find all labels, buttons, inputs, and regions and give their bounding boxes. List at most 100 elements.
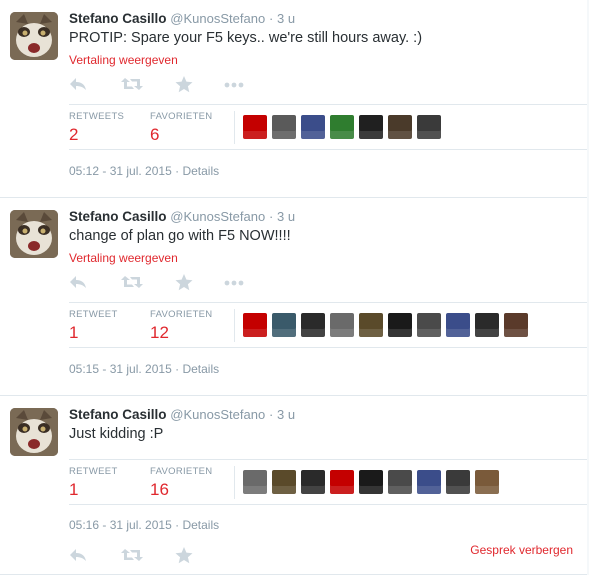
favoriter-avatar[interactable] (301, 470, 325, 494)
favorites-count: 6 (150, 125, 160, 144)
favoriter-avatar[interactable] (446, 313, 470, 337)
avatar[interactable] (10, 210, 58, 258)
tweet-timestamp[interactable]: 05:16 - 31 jul. 2015 (69, 518, 172, 532)
tweet-1[interactable]: Stefano Casillo @KunosStefano · 3 u PROT… (0, 0, 587, 198)
favorites-label: FAVORIETEN (150, 309, 213, 320)
favorites-count: 12 (150, 323, 169, 342)
author-handle[interactable]: @KunosStefano (170, 11, 265, 26)
tweet-meta: 05:16 - 31 jul. 2015 · Details (69, 518, 219, 532)
retweets-count: 1 (69, 480, 79, 499)
tweet-meta: 05:12 - 31 jul. 2015 · Details (69, 164, 219, 178)
tweet-stats: RETWEETS 2 FAVORIETEN 6 (69, 104, 587, 150)
favoriter-avatar[interactable] (272, 470, 296, 494)
favoriter-avatar[interactable] (243, 470, 267, 494)
retweets-count: 2 (69, 125, 79, 144)
tweet-3[interactable]: Stefano Casillo @KunosStefano · 3 u Just… (0, 396, 587, 575)
tweet-actions (69, 274, 269, 292)
more-icon[interactable] (224, 76, 244, 94)
more-icon[interactable] (224, 274, 244, 292)
favorite-icon[interactable] (175, 76, 195, 94)
hide-conversation-link[interactable]: Gesprek verbergen (470, 543, 573, 557)
retweets-count: 1 (69, 323, 79, 342)
tweet-time[interactable]: 3 u (277, 407, 295, 422)
favoriter-avatar[interactable] (475, 470, 499, 494)
favorite-icon[interactable] (175, 547, 195, 565)
translate-link[interactable]: Vertaling weergeven (69, 53, 178, 67)
favoriter-avatar[interactable] (388, 115, 412, 139)
tweet-stats: RETWEET 1 FAVORIETEN 16 (69, 459, 587, 505)
favorites-stat[interactable]: FAVORIETEN 6 (150, 111, 212, 145)
retweets-stat[interactable]: RETWEET 1 (69, 466, 118, 500)
tweet-2[interactable]: Stefano Casillo @KunosStefano · 3 u chan… (0, 198, 587, 396)
favorite-icon[interactable] (175, 274, 195, 292)
retweets-stat[interactable]: RETWEETS 2 (69, 111, 124, 145)
favorites-stat[interactable]: FAVORIETEN 12 (150, 309, 212, 343)
favoriter-avatar[interactable] (301, 313, 325, 337)
tweet-stats: RETWEET 1 FAVORIETEN 12 (69, 302, 587, 348)
tweet-header: Stefano Casillo @KunosStefano · 3 u (69, 209, 295, 224)
tweet-text: change of plan go with F5 NOW!!!! (69, 228, 291, 244)
favoriter-avatars (243, 115, 446, 139)
stats-divider (234, 466, 235, 499)
favoriter-avatar[interactable] (330, 115, 354, 139)
separator-dot: · (268, 209, 274, 224)
favoriter-avatar[interactable] (388, 313, 412, 337)
tweet-timestamp[interactable]: 05:12 - 31 jul. 2015 (69, 164, 172, 178)
favoriter-avatar[interactable] (272, 115, 296, 139)
retweets-label: RETWEET (69, 466, 118, 477)
favoriter-avatars (243, 470, 504, 494)
retweet-icon[interactable] (121, 547, 143, 565)
favoriter-avatar[interactable] (330, 470, 354, 494)
separator-dot: · (268, 407, 274, 422)
author-name[interactable]: Stefano Casillo (69, 11, 167, 26)
stats-divider (234, 309, 235, 342)
favoriter-avatar[interactable] (417, 115, 441, 139)
favoriter-avatar[interactable] (504, 313, 528, 337)
favoriter-avatar[interactable] (475, 313, 499, 337)
author-handle[interactable]: @KunosStefano (170, 407, 265, 422)
favorites-label: FAVORIETEN (150, 111, 213, 122)
favoriter-avatar[interactable] (359, 115, 383, 139)
retweet-icon[interactable] (121, 76, 143, 94)
author-name[interactable]: Stefano Casillo (69, 209, 167, 224)
retweets-stat[interactable]: RETWEET 1 (69, 309, 118, 343)
details-link[interactable]: Details (182, 518, 219, 532)
tweet-timestamp[interactable]: 05:15 - 31 jul. 2015 (69, 362, 172, 376)
reply-icon[interactable] (69, 547, 89, 565)
favoriter-avatar[interactable] (330, 313, 354, 337)
favoriter-avatar[interactable] (417, 313, 441, 337)
tweet-text: PROTIP: Spare your F5 keys.. we're still… (69, 30, 423, 46)
favoriter-avatar[interactable] (359, 470, 383, 494)
retweet-icon[interactable] (121, 274, 143, 292)
favoriter-avatar[interactable] (388, 470, 412, 494)
tweet-time[interactable]: 3 u (277, 209, 295, 224)
favoriter-avatar[interactable] (272, 313, 296, 337)
separator-dot: · (268, 11, 274, 26)
tweet-time[interactable]: 3 u (277, 11, 295, 26)
favoriter-avatar[interactable] (243, 313, 267, 337)
tweet-header: Stefano Casillo @KunosStefano · 3 u (69, 11, 295, 26)
tweet-actions (69, 76, 269, 94)
details-link[interactable]: Details (182, 164, 219, 178)
favoriter-avatar[interactable] (446, 470, 470, 494)
favoriter-avatar[interactable] (301, 115, 325, 139)
favorites-stat[interactable]: FAVORIETEN 16 (150, 466, 212, 500)
tweet-header: Stefano Casillo @KunosStefano · 3 u (69, 407, 295, 422)
favoriter-avatars (243, 313, 533, 337)
reply-icon[interactable] (69, 76, 89, 94)
tweet-meta: 05:15 - 31 jul. 2015 · Details (69, 362, 219, 376)
details-link[interactable]: Details (182, 362, 219, 376)
stats-divider (234, 111, 235, 144)
author-handle[interactable]: @KunosStefano (170, 209, 265, 224)
avatar[interactable] (10, 12, 58, 60)
tweet-actions (69, 547, 269, 565)
favoriter-avatar[interactable] (417, 470, 441, 494)
retweets-label: RETWEETS (69, 111, 125, 122)
reply-icon[interactable] (69, 274, 89, 292)
favoriter-avatar[interactable] (359, 313, 383, 337)
favoriter-avatar[interactable] (243, 115, 267, 139)
translate-link[interactable]: Vertaling weergeven (69, 251, 178, 265)
author-name[interactable]: Stefano Casillo (69, 407, 167, 422)
avatar[interactable] (10, 408, 58, 456)
favorites-label: FAVORIETEN (150, 466, 213, 477)
